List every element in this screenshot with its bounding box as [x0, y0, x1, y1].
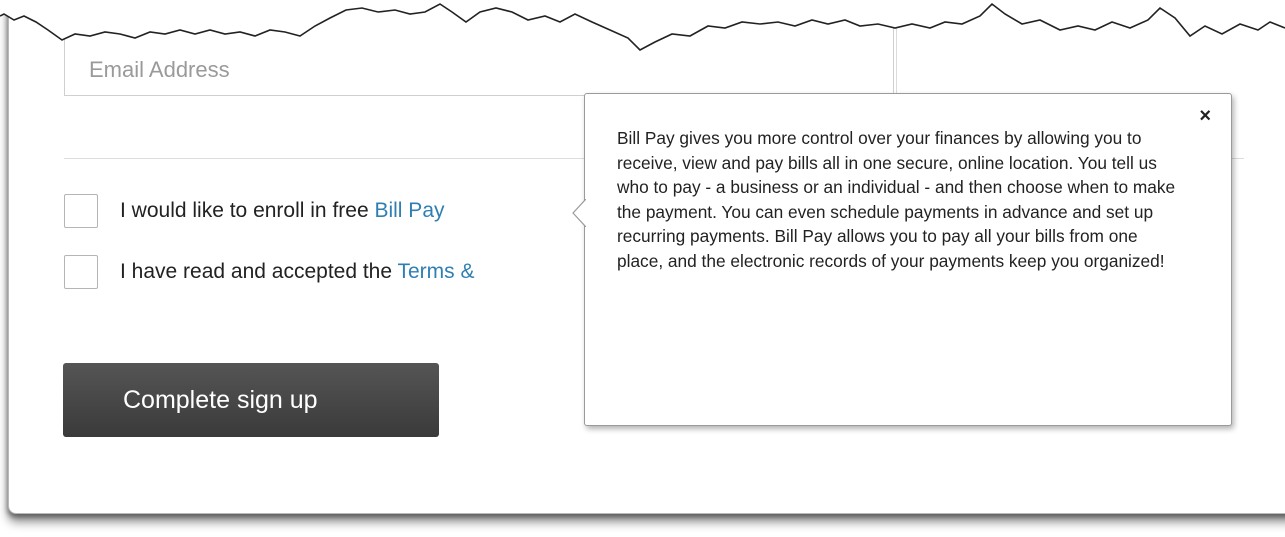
close-icon[interactable]: × [1199, 106, 1211, 126]
popover-body-text: Bill Pay gives you more control over you… [617, 128, 1176, 271]
torn-edge-decoration [0, 0, 1285, 51]
complete-signup-button[interactable]: Complete sign up [63, 363, 439, 437]
bill-pay-popover: × Bill Pay gives you more control over y… [572, 93, 1232, 426]
bill-pay-enroll-label-text: I would like to enroll in free [120, 199, 375, 222]
bill-pay-link[interactable]: Bill Pay [374, 199, 444, 222]
terms-accept-row: I have read and accepted the Terms & [64, 255, 475, 289]
bill-pay-enroll-checkbox[interactable] [64, 194, 98, 228]
bill-pay-enroll-label: I would like to enroll in free Bill Pay [120, 199, 445, 223]
terms-accept-label-text: I have read and accepted the [120, 260, 398, 283]
bill-pay-enroll-row: I would like to enroll in free Bill Pay [64, 194, 445, 228]
terms-accept-checkbox[interactable] [64, 255, 98, 289]
screenshot-stage: I would like to enroll in free Bill Pay … [0, 0, 1285, 537]
popover-arrow [572, 199, 586, 227]
terms-link[interactable]: Terms & [398, 260, 475, 283]
terms-accept-label: I have read and accepted the Terms & [120, 260, 475, 284]
